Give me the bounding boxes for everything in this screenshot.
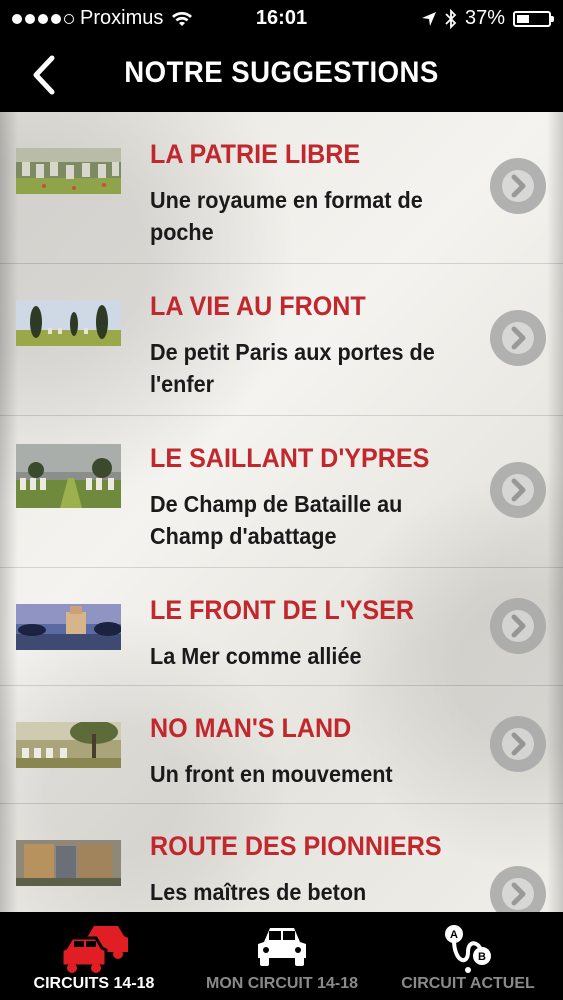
chevron-right-button[interactable] <box>490 716 546 772</box>
tab-circuits-14-18[interactable]: CIRCUITS 14-18 <box>20 912 168 1000</box>
location-arrow-icon <box>421 11 436 26</box>
chevron-right-button[interactable] <box>490 866 546 912</box>
suggestions-list[interactable]: LA PATRIE LIBRE Une royaume en format de… <box>0 112 563 912</box>
chevron-right-button[interactable] <box>490 462 546 518</box>
svg-text:A: A <box>450 929 458 941</box>
chevron-right-icon <box>502 728 534 760</box>
cemetery-graves-thumbnail <box>16 148 121 194</box>
item-title: LE FRONT DE L'YSER <box>150 595 415 625</box>
memorial-columns-thumbnail <box>16 840 121 886</box>
item-subtitle: Une royaume en format de poche <box>150 187 423 245</box>
item-subtitle: De petit Paris aux portes de l'enfer <box>150 339 435 397</box>
cars-icon <box>60 926 128 973</box>
tab-label: CIRCUIT ACTUEL <box>401 975 535 992</box>
list-item[interactable]: NO MAN'S LAND Un front en mouvement <box>0 686 563 804</box>
chevron-right-icon <box>502 610 534 642</box>
tab-bar: CIRCUITS 14-18 MON CIRCUIT 14-18 A B CIR… <box>0 912 563 1000</box>
item-title: NO MAN'S LAND <box>150 713 352 743</box>
tree-and-headstones-thumbnail <box>16 722 121 768</box>
list-item[interactable]: LA PATRIE LIBRE Une royaume en format de… <box>0 112 563 264</box>
tab-circuit-actuel[interactable]: A B CIRCUIT ACTUEL <box>398 912 538 1000</box>
chevron-right-icon <box>502 322 534 354</box>
item-title: LA VIE AU FRONT <box>150 291 366 321</box>
cypress-trees-field-thumbnail <box>16 300 121 346</box>
list-item[interactable]: LE SAILLANT D'YPRES De Champ de Bataille… <box>0 416 563 568</box>
status-bar: Proximus 16:01 37% <box>0 0 563 38</box>
item-title: LA PATRIE LIBRE <box>150 139 361 169</box>
tab-label: MON CIRCUIT 14-18 <box>205 975 359 992</box>
nav-header: NOTRE SUGGESTIONS <box>0 38 563 112</box>
route-a-to-b-icon: A B <box>445 925 491 973</box>
list-item[interactable]: ROUTE DES PIONNIERS Les maîtres de beton <box>0 804 563 912</box>
chevron-right-icon <box>502 474 534 506</box>
bluetooth-icon <box>445 8 457 29</box>
page-title: NOTRE SUGGESTIONS <box>124 56 439 89</box>
chevron-right-button[interactable] <box>490 598 546 654</box>
chevron-right-icon <box>502 878 534 910</box>
status-right: 37% <box>421 7 554 30</box>
item-title: ROUTE DES PIONNIERS <box>150 831 442 861</box>
list-item[interactable]: LE FRONT DE L'YSER La Mer comme alliée <box>0 568 563 686</box>
chevron-right-button[interactable] <box>490 158 546 214</box>
tab-label: CIRCUITS 14-18 <box>33 975 155 992</box>
list-item[interactable]: LA VIE AU FRONT De petit Paris aux porte… <box>0 264 563 416</box>
tab-mon-circuit-14-18[interactable]: MON CIRCUIT 14-18 <box>200 912 364 1000</box>
item-title: LE SAILLANT D'YPRES <box>150 443 430 473</box>
item-subtitle: De Champ de Bataille au Champ d'abattage <box>150 491 403 549</box>
item-subtitle: La Mer comme alliée <box>150 643 362 669</box>
war-cemetery-rows-thumbnail <box>16 444 121 508</box>
battery-icon <box>513 10 554 27</box>
svg-text:B: B <box>478 951 486 963</box>
chevron-right-icon <box>502 170 534 202</box>
chevron-right-button[interactable] <box>490 310 546 366</box>
monument-by-water-thumbnail <box>16 604 121 650</box>
car-icon <box>258 928 306 966</box>
item-subtitle: Un front en mouvement <box>150 761 393 787</box>
battery-percent: 37% <box>464 7 505 29</box>
item-subtitle: Les maîtres de beton <box>150 879 367 905</box>
